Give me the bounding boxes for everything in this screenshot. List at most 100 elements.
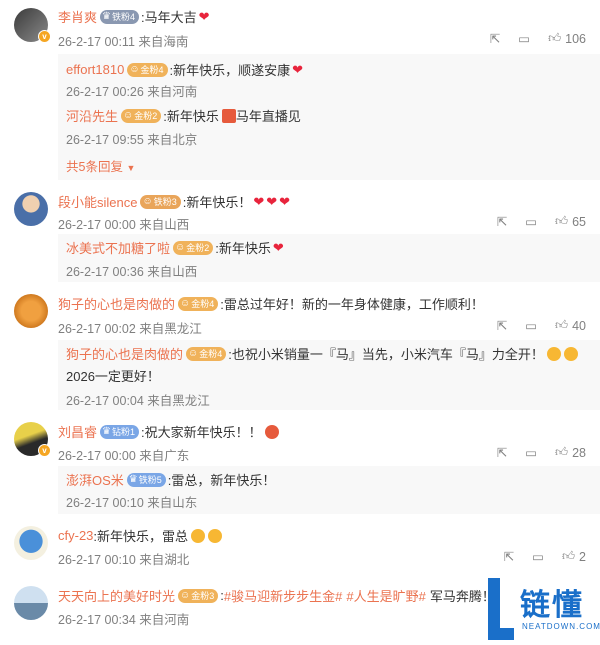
firecracker-emoji-icon [221, 108, 236, 123]
like-count: 28 [572, 445, 586, 460]
fan-badge: ☺ 铁粉3 [140, 194, 181, 209]
fan-badge: ☺ 金粉4 [127, 62, 168, 77]
comment-username[interactable]: cfy-23 [58, 528, 93, 543]
reply-box: 冰美式不加糖了啦 ☺ 金粉2 :新年快乐 ❤ 26-2-17 00:36 来自山西 [58, 234, 600, 282]
share-button[interactable]: ⇱ [490, 31, 500, 46]
fan-badge: ♛ 钻粉1 [100, 424, 139, 439]
bow-emoji-icon [563, 346, 578, 361]
fan-badge: ☺ 金粉2 [173, 240, 214, 255]
like-count: 40 [572, 318, 586, 333]
comment-username[interactable]: 段小能silence [58, 192, 137, 211]
smile-emoji-icon [191, 528, 206, 543]
comment-text: :新年快乐！ [182, 195, 252, 210]
fan-badge: ☺ 金粉2 [121, 108, 162, 123]
verified-icon: v [38, 444, 51, 457]
share-button[interactable]: ⇱ [504, 549, 514, 564]
reply-text: :也祝小米销量一『马』当先，小米汽车『马』力全开！ [228, 347, 544, 362]
like-count: 2 [579, 549, 586, 564]
heart-emoji-icon: ❤ [253, 193, 265, 209]
avatar[interactable] [14, 294, 48, 328]
like-button[interactable]: 👍︎ 28 [555, 445, 586, 460]
reply-button[interactable]: ▭ [532, 549, 544, 564]
share-button[interactable]: ⇱ [497, 214, 507, 229]
verified-icon: v [38, 30, 51, 43]
fan-badge: ☺ 金粉3 [178, 588, 219, 603]
bow-emoji-icon [546, 346, 561, 361]
more-replies-link[interactable]: 共5条回复 ▼ [66, 156, 135, 175]
avatar[interactable] [14, 526, 48, 560]
comment-text: :新年快乐，雷总 [93, 529, 189, 544]
watermark-logo: 链懂 NEATDOWN.COM [488, 578, 600, 640]
fan-badge: ☺ 金粉4 [186, 346, 227, 361]
thumbs-up-icon: 👍︎ [548, 31, 562, 45]
heart-emoji-icon: ❤ [279, 193, 291, 209]
reply-text-line2: 2026一定更好！ [66, 369, 160, 384]
reply-button[interactable]: ▭ [525, 214, 537, 229]
watermark-site: NEATDOWN.COM [522, 622, 600, 631]
reply-meta: 26-2-17 00:36 来自山西 [66, 265, 198, 279]
watermark-brand: 链懂 [520, 589, 584, 622]
comment-meta: 26-2-17 00:00 来自广东 [58, 449, 190, 463]
share-icon: ⇱ [489, 32, 501, 46]
reply-button[interactable]: ▭ [525, 318, 537, 333]
like-count: 65 [572, 214, 586, 229]
reply-username[interactable]: 河沿先生 [66, 106, 118, 125]
comment-username[interactable]: 狗子的心也是肉做的 [58, 294, 175, 313]
reply-box: effort1810 ☺ 金粉4 :新年快乐，顺遂安康 ❤ 26-2-17 00:… [58, 54, 600, 180]
comment-icon: ▭ [525, 446, 538, 460]
avatar[interactable] [14, 192, 48, 226]
like-button[interactable]: 👍︎ 40 [555, 318, 586, 333]
comment-username[interactable]: 天天向上的美好时光 [58, 586, 175, 605]
comment-meta: 26-2-17 00:34 来自河南 [58, 613, 190, 627]
like-button[interactable]: 👍︎ 65 [555, 214, 586, 229]
topic-tag[interactable]: #骏马迎新步步生金# [224, 586, 342, 605]
comment-text: :雷总过年好！新的一年身体健康，工作顺利！ [220, 297, 484, 312]
reply-username[interactable]: effort1810 [66, 62, 124, 77]
reply-button[interactable]: ▭ [525, 445, 537, 460]
fan-badge: ☺ 金粉4 [178, 296, 219, 311]
share-icon: ⇱ [496, 446, 508, 460]
comment-icon: ▭ [518, 32, 531, 46]
share-button[interactable]: ⇱ [497, 318, 507, 333]
comment-icon: ▭ [525, 319, 538, 333]
avatar[interactable] [14, 586, 48, 620]
comment-text: :祝大家新年快乐！！ [141, 425, 262, 440]
smile-emoji-icon [208, 528, 223, 543]
reply-username[interactable]: 狗子的心也是肉做的 [66, 344, 183, 363]
thumbs-up-icon: 👍︎ [561, 549, 576, 563]
reply-meta: 26-2-17 00:04 来自黑龙江 [66, 394, 210, 408]
heart-emoji-icon: ❤ [198, 8, 210, 24]
thumbs-up-icon: 👍︎ [555, 445, 569, 459]
share-icon: ⇱ [496, 319, 508, 333]
like-count: 106 [565, 31, 586, 46]
thumbs-up-icon: 👍︎ [555, 214, 569, 228]
reply-meta: 26-2-17 00:26 来自河南 [66, 85, 198, 99]
reply-username[interactable]: 澎湃OS米 [66, 470, 124, 489]
reply-meta: 26-2-17 09:55 来自北京 [66, 133, 198, 147]
topic-tag[interactable]: #人生是旷野# [346, 586, 425, 605]
reply-box: 澎湃OS米 ♛ 铁粉5 :雷总，新年快乐！ 26-2-17 00:10 来自山东 [58, 466, 600, 514]
thumbs-up-icon: 👍︎ [555, 318, 569, 332]
comment-username[interactable]: 李肖爽 [58, 7, 97, 26]
reply-text: :新年快乐，顺遂安康 [169, 63, 291, 78]
comment-username[interactable]: 刘昌睿 [58, 422, 97, 441]
share-button[interactable]: ⇱ [497, 445, 507, 460]
chevron-down-icon: ▼ [126, 163, 136, 173]
fan-badge: ♛ 铁粉5 [126, 472, 166, 487]
heart-emoji-icon: ❤ [272, 239, 284, 255]
comment-meta: 26-2-17 00:02 来自黑龙江 [58, 322, 202, 336]
heart-emoji-icon: ❤ [266, 193, 278, 209]
heart-emoji-icon: ❤ [292, 61, 304, 77]
like-button[interactable]: 👍︎ 2 [562, 549, 586, 564]
share-icon: ⇱ [496, 215, 508, 229]
comment-icon: ▭ [532, 550, 544, 564]
reply-button[interactable]: ▭ [518, 31, 530, 46]
fan-badge: ♛ 铁粉4 [100, 9, 139, 24]
reply-text: :雷总，新年快乐！ [167, 473, 276, 488]
fireworks-emoji-icon [264, 424, 279, 439]
comment-meta: 26-2-17 00:11 来自海南 [58, 35, 189, 49]
comment-text: :马年大吉 [141, 10, 197, 25]
like-button[interactable]: 👍︎ 106 [548, 31, 586, 46]
reply-text: :新年快乐 [215, 241, 271, 256]
reply-username[interactable]: 冰美式不加糖了啦 [66, 238, 170, 257]
